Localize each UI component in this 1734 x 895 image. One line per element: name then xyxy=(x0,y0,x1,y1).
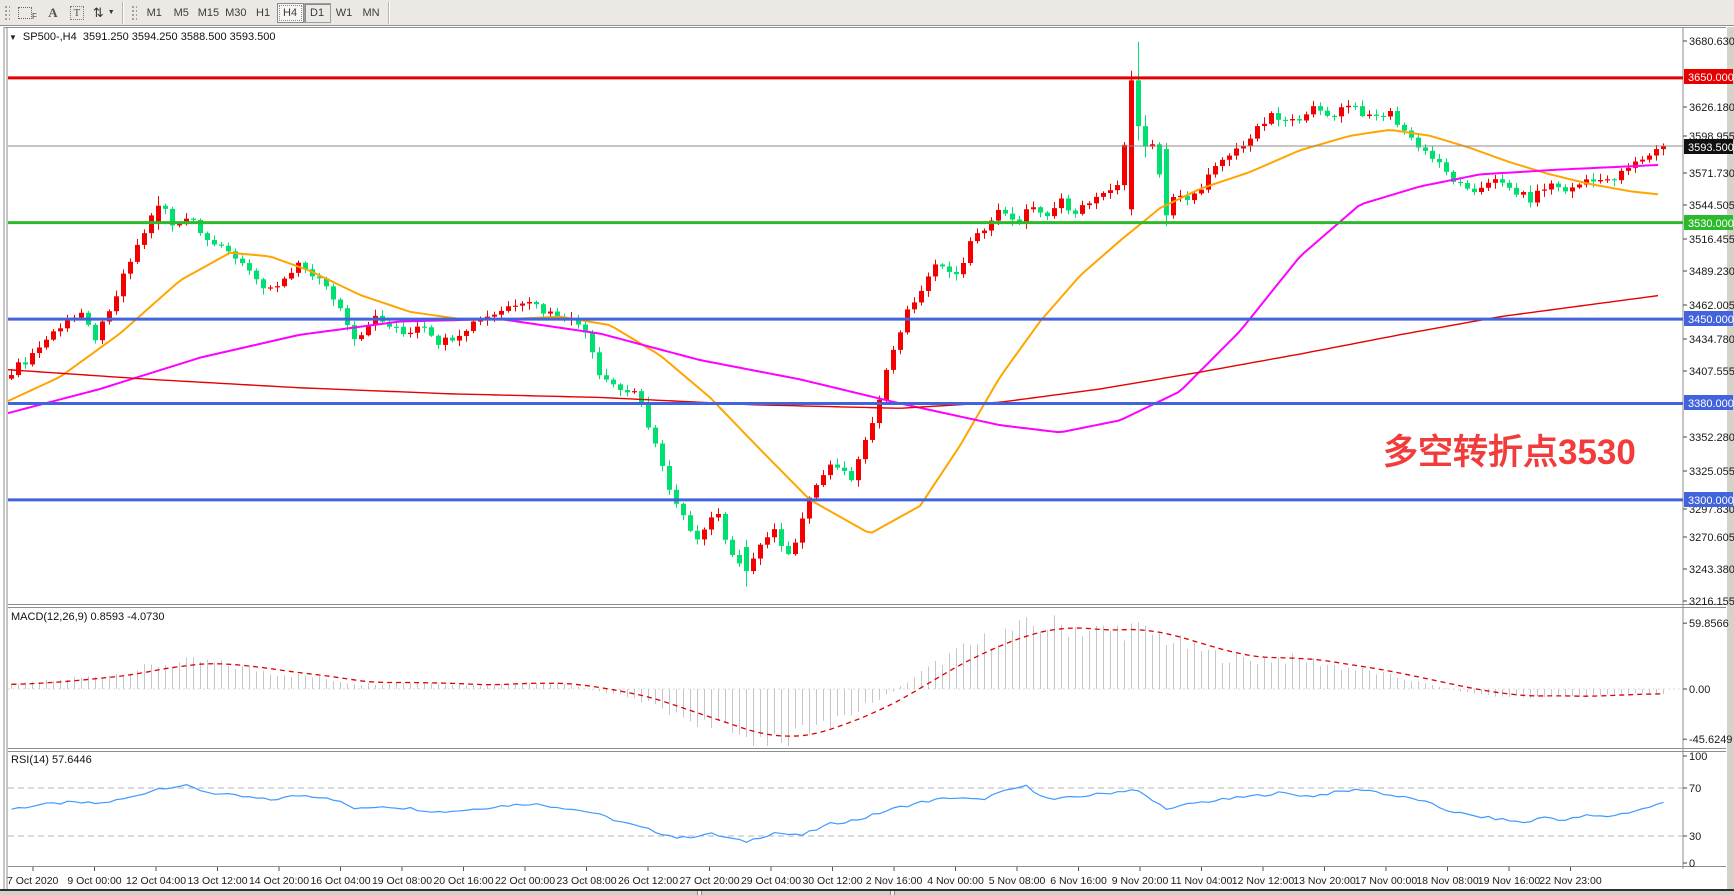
toolbar-grip[interactable] xyxy=(4,5,10,21)
svg-text:3380.000: 3380.000 xyxy=(1688,398,1734,410)
svg-text:23 Oct 08:00: 23 Oct 08:00 xyxy=(556,875,616,887)
toolbar-separator xyxy=(122,2,124,24)
text-t-icon: T xyxy=(70,6,85,20)
macd-label: MACD(12,26,9) 0.8593 -4.0730 xyxy=(11,611,164,623)
svg-text:17 Nov 00:00: 17 Nov 00:00 xyxy=(1355,875,1418,887)
macd-pane-title: MACD(12,26,9) 0.8593 -4.0730 xyxy=(11,611,164,623)
status-bar xyxy=(0,889,1734,895)
svg-text:12 Oct 04:00: 12 Oct 04:00 xyxy=(126,875,186,887)
ma-mid-magenta[interactable] xyxy=(8,165,1658,432)
timeframe-m1-button[interactable]: M1 xyxy=(141,3,168,23)
timeframe-h1-button[interactable]: H1 xyxy=(250,3,277,23)
timeframe-m5-button[interactable]: M5 xyxy=(168,3,195,23)
svg-text:11 Nov 04:00: 11 Nov 04:00 xyxy=(1171,875,1233,887)
svg-text:59.8566: 59.8566 xyxy=(1689,618,1729,630)
svg-text:3650.000: 3650.000 xyxy=(1688,72,1734,84)
svg-text:5 Nov 08:00: 5 Nov 08:00 xyxy=(989,875,1046,887)
svg-text:26 Oct 12:00: 26 Oct 12:00 xyxy=(618,875,678,887)
svg-text:19 Nov 16:00: 19 Nov 16:00 xyxy=(1478,875,1541,887)
svg-text:13 Oct 12:00: 13 Oct 12:00 xyxy=(187,875,247,887)
date-axis: 7 Oct 2020 9 Oct 00:00 12 Oct 04:0013 Oct … xyxy=(7,867,1602,887)
timeframe-w1-button[interactable]: W1 xyxy=(331,3,358,23)
toolbar-separator xyxy=(388,2,390,24)
arrows-icon: ⇅ xyxy=(93,5,104,21)
rsi-label: RSI(14) 57.6446 xyxy=(11,754,92,766)
arrows-tool-button[interactable]: ⇅ ▼ xyxy=(89,2,119,23)
svg-text:20 Oct 16:00: 20 Oct 16:00 xyxy=(433,875,493,887)
svg-text:0: 0 xyxy=(1689,858,1695,870)
timeframe-d1-button[interactable]: D1 xyxy=(304,3,331,23)
svg-text:22 Nov 23:00: 22 Nov 23:00 xyxy=(1539,875,1602,887)
timeframe-h4-button[interactable]: H4 xyxy=(277,3,304,23)
svg-text:-45.6249: -45.6249 xyxy=(1689,734,1732,746)
annotation-text[interactable]: 多空转折点3530 xyxy=(1383,424,1636,475)
svg-text:3325.055: 3325.055 xyxy=(1689,466,1734,478)
svg-text:100: 100 xyxy=(1689,751,1707,763)
svg-text:3243.380: 3243.380 xyxy=(1689,564,1734,576)
svg-text:18 Nov 08:00: 18 Nov 08:00 xyxy=(1416,875,1479,887)
svg-text:3434.780: 3434.780 xyxy=(1689,334,1734,346)
svg-text:70: 70 xyxy=(1689,783,1701,795)
price-axis: 3680.6303626.1803598.9553571.7303544.505… xyxy=(1683,36,1734,870)
svg-text:30: 30 xyxy=(1689,831,1701,843)
svg-text:3270.605: 3270.605 xyxy=(1689,532,1734,544)
statusbar-divider xyxy=(890,891,895,895)
svg-text:3300.000: 3300.000 xyxy=(1688,495,1734,507)
svg-text:27 Oct 20:00: 27 Oct 20:00 xyxy=(679,875,739,887)
macd-histogram xyxy=(12,615,1664,746)
toolbar: F A T ⇅ ▼ M1 M5 M15 M30 H1 H4 D1 W1 MN xyxy=(0,0,1734,26)
svg-text:3571.730: 3571.730 xyxy=(1689,168,1734,180)
rsi-pane-title: RSI(14) 57.6446 xyxy=(11,754,92,766)
svg-text:29 Oct 04:00: 29 Oct 04:00 xyxy=(741,875,801,887)
mt4-chart-window: F A T ⇅ ▼ M1 M5 M15 M30 H1 H4 D1 W1 MN 3… xyxy=(0,0,1734,895)
timeframe-m15-button[interactable]: M15 xyxy=(195,3,222,23)
ma-slow-red[interactable] xyxy=(8,296,1658,409)
svg-text:16 Oct 04:00: 16 Oct 04:00 xyxy=(310,875,370,887)
toolbar-grip[interactable] xyxy=(131,5,137,21)
svg-text:9 Nov 20:00: 9 Nov 20:00 xyxy=(1112,875,1169,887)
svg-text:3450.000: 3450.000 xyxy=(1688,314,1734,326)
symbol-dropdown-icon[interactable]: ▼ xyxy=(9,33,17,42)
svg-text:30 Oct 12:00: 30 Oct 12:00 xyxy=(802,875,862,887)
svg-text:6 Nov 16:00: 6 Nov 16:00 xyxy=(1050,875,1107,887)
timeframe-mn-button[interactable]: MN xyxy=(358,3,385,23)
svg-text:3626.180: 3626.180 xyxy=(1689,102,1734,114)
svg-text:3489.230: 3489.230 xyxy=(1689,266,1734,278)
svg-text:3530.000: 3530.000 xyxy=(1688,218,1734,230)
svg-text:3680.630: 3680.630 xyxy=(1689,36,1734,48)
svg-text:3352.280: 3352.280 xyxy=(1689,432,1734,444)
svg-text:13 Nov 20:00: 13 Nov 20:00 xyxy=(1293,875,1356,887)
svg-text:2 Nov 16:00: 2 Nov 16:00 xyxy=(866,875,923,887)
macd-signal-line xyxy=(12,628,1664,736)
statusbar-divider xyxy=(697,891,702,895)
svg-text:0.00: 0.00 xyxy=(1689,684,1710,696)
svg-text:9 Oct 00:00: 9 Oct 00:00 xyxy=(67,875,121,887)
main-pane-title: ▼ SP500-,H4 3591.250 3594.250 3588.500 3… xyxy=(9,31,276,43)
svg-text:14 Oct 20:00: 14 Oct 20:00 xyxy=(249,875,309,887)
candles[interactable] xyxy=(9,42,1666,587)
svg-text:22 Oct 00:00: 22 Oct 00:00 xyxy=(495,875,555,887)
symbol-ohlc-text: SP500-,H4 3591.250 3594.250 3588.500 359… xyxy=(23,31,276,43)
svg-text:4 Nov 00:00: 4 Nov 00:00 xyxy=(927,875,984,887)
svg-text:12 Nov 12:00: 12 Nov 12:00 xyxy=(1232,875,1295,887)
svg-text:3516.455: 3516.455 xyxy=(1689,234,1734,246)
svg-text:19 Oct 08:00: 19 Oct 08:00 xyxy=(372,875,432,887)
svg-text:3593.500: 3593.500 xyxy=(1688,142,1734,154)
timeframe-m30-button[interactable]: M30 xyxy=(222,3,249,23)
svg-text:3544.505: 3544.505 xyxy=(1689,200,1734,212)
textbox-t-tool-button[interactable]: T xyxy=(65,2,89,23)
svg-text:3462.005: 3462.005 xyxy=(1689,300,1734,312)
svg-text:7 Oct 2020: 7 Oct 2020 xyxy=(7,875,59,887)
svg-text:3216.155: 3216.155 xyxy=(1689,596,1734,608)
right-edge-strip xyxy=(1727,27,1734,889)
dotted-box-icon xyxy=(18,7,32,19)
text-a-tool-button[interactable]: A xyxy=(41,2,65,23)
svg-text:3407.555: 3407.555 xyxy=(1689,366,1734,378)
dropdown-caret-icon: ▼ xyxy=(108,9,115,16)
text-a-icon: A xyxy=(48,5,57,21)
f-icon: F xyxy=(32,12,37,21)
indicators-f-tool-button[interactable]: F xyxy=(14,2,41,23)
rsi-line xyxy=(12,785,1664,843)
